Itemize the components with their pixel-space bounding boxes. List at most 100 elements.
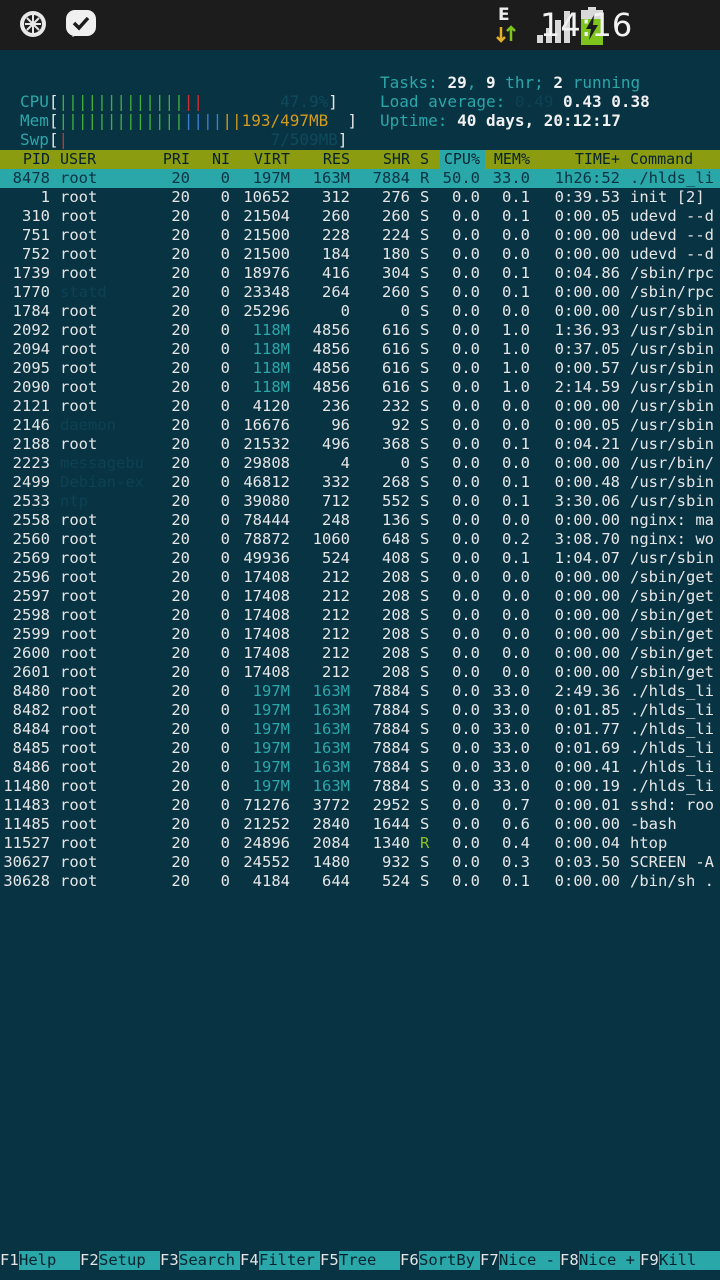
- process-cpu: 0.0: [452, 473, 480, 491]
- process-ni: 0: [220, 302, 230, 320]
- column-user[interactable]: USER: [60, 150, 160, 169]
- column-res[interactable]: RES: [290, 150, 350, 169]
- process-res: 312: [322, 188, 350, 206]
- fkey-f9[interactable]: F9: [640, 1251, 659, 1270]
- fkey-f3[interactable]: F3: [160, 1251, 179, 1270]
- process-row[interactable]: 2598 root 20 0 17408 212 208 S 0.0 0.0 0:00.00/sbi…: [0, 606, 720, 625]
- process-shr: 7884: [372, 777, 410, 795]
- fkey-f9-label[interactable]: Kill: [659, 1251, 720, 1270]
- process-row[interactable]: 1784 root 20 0 25296 0 0 S 0.0 0.0 0:00.00/usr/sbi…: [0, 302, 720, 321]
- process-row[interactable]: 8478 root 20 0 197M 163M 7884 R 50.0 33.0 1h26:52.…: [0, 169, 720, 188]
- process-row[interactable]: 310 root 20 0 21504 260 260 S 0.0 0.1 0:00.05 udevd…: [0, 207, 720, 226]
- process-row[interactable]: 2533 ntp 20 0 39080 712 552 S 0.0 0.1 3:30.06/usr/…: [0, 492, 720, 511]
- process-s: S: [420, 625, 430, 643]
- process-row[interactable]: 8482 root 20 0 197M 163M 7884 S 0.0 33.0 0:01.85 ./…: [0, 701, 720, 720]
- process-ni: 0: [220, 359, 230, 377]
- process-row[interactable]: 2223 messagebu 20 0 29808 4 0 S 0.0 0.0 0:00.00/us…: [0, 454, 720, 473]
- process-row[interactable]: 2597 root 20 0 17408 212 208 S 0.0 0.0 0:00.00/sbi…: [0, 587, 720, 606]
- process-row[interactable]: 1739 root 20 0 18976 416 304 S 0.0 0.1 0:04.86/sbi…: [0, 264, 720, 283]
- process-shr: 616: [382, 359, 410, 377]
- process-res: 4856: [312, 378, 350, 396]
- process-row[interactable]: 2600 root 20 0 17408 212 208 S 0.0 0.0 0:00.00/sbi…: [0, 644, 720, 663]
- fkey-f7[interactable]: F7: [480, 1251, 499, 1270]
- process-row[interactable]: 2090 root 20 0 118M 4856 616 S 0.0 1.0 2:14.59/usr…: [0, 378, 720, 397]
- process-virt: 197M: [252, 701, 290, 719]
- column-mem[interactable]: MEM%: [480, 150, 530, 169]
- process-table-header[interactable]: PID USER PRI NI VIRT RES SHR S CPU% MEM%…: [0, 150, 720, 169]
- column-pid[interactable]: PID: [0, 150, 50, 169]
- process-row[interactable]: 2092 root 20 0 118M 4856 616 S 0.0 1.0 1:36.93/usr…: [0, 321, 720, 340]
- process-row[interactable]: 2095 root 20 0 118M 4856 616 S 0.0 1.0 0:00.57/usr…: [0, 359, 720, 378]
- column-pri[interactable]: PRI: [150, 150, 190, 169]
- fkey-f3-label[interactable]: Search: [179, 1251, 240, 1270]
- process-row[interactable]: 30627 root 20 0 24552 1480 932 S 0.0 0.3 0:03.50 SC…: [0, 853, 720, 872]
- process-res: 96: [331, 416, 350, 434]
- process-row[interactable]: 2558 root 20 0 78444 248 136 S 0.0 0.0 0:00.00 ngin…: [0, 511, 720, 530]
- fkey-f8-label[interactable]: Nice +: [579, 1251, 640, 1270]
- process-row[interactable]: 8484 root 20 0 197M 163M 7884 S 0.0 33.0 0:01.77 ./…: [0, 720, 720, 739]
- process-row[interactable]: 11485 root 20 0 21252 2840 1644 S 0.0 0.6 0:00.00-…: [0, 815, 720, 834]
- column-time[interactable]: TIME+: [540, 150, 620, 169]
- fkey-f1-label[interactable]: Help: [19, 1251, 80, 1270]
- process-row[interactable]: 11480 root 20 0 197M 163M 7884 S 0.0 33.0 0:00.19.…: [0, 777, 720, 796]
- process-time: 0:04.86: [554, 264, 620, 282]
- process-cpu: 0.0: [452, 644, 480, 662]
- fkey-f5[interactable]: F5: [320, 1251, 339, 1270]
- process-pri: 20: [171, 758, 190, 776]
- fkey-f1[interactable]: F1: [0, 1251, 19, 1270]
- process-row[interactable]: 1 root 20 0 10652 312 276 S 0.0 0.1 0:39.53 init [2…: [0, 188, 720, 207]
- column-state[interactable]: S: [420, 150, 430, 169]
- process-row[interactable]: 8486 root 20 0 197M 163M 7884 S 0.0 33.0 0:00.41 ./…: [0, 758, 720, 777]
- process-row[interactable]: 2188 root 20 0 21532 496 368 S 0.0 0.1 0:04.21/usr…: [0, 435, 720, 454]
- process-pid: 2095: [12, 359, 50, 377]
- fkey-f7-label[interactable]: Nice -: [499, 1251, 560, 1270]
- process-row[interactable]: 2146 daemon 20 0 16676 96 92 S 0.0 0.0 0:00.05/usr…: [0, 416, 720, 435]
- process-row[interactable]: 11527 root 20 0 24896 2084 1340 R 0.0 0.4 0:00.04 h…: [0, 834, 720, 853]
- process-s: S: [420, 815, 430, 833]
- process-row[interactable]: 2599 root 20 0 17408 212 208 S 0.0 0.0 0:00.00/sbi…: [0, 625, 720, 644]
- process-shr: 208: [382, 644, 410, 662]
- process-row[interactable]: 2094 root 20 0 118M 4856 616 S 0.0 1.0 0:37.05/usr…: [0, 340, 720, 359]
- process-time: 0:01.85: [554, 701, 620, 719]
- process-row[interactable]: 2499 Debian-ex 20 0 46812 332 268 S 0.0 0.1 0:00.4…: [0, 473, 720, 492]
- clock: 14:16: [540, 6, 633, 44]
- column-shr[interactable]: SHR: [350, 150, 410, 169]
- column-ni[interactable]: NI: [190, 150, 230, 169]
- process-ni: 0: [220, 701, 230, 719]
- process-list[interactable]: 8478 root 20 0 197M 163M 7884 R 50.0 33.0 1h26:52.…: [0, 169, 720, 891]
- process-pri: 20: [171, 644, 190, 662]
- process-row[interactable]: 2569 root 20 0 49936 524 408 S 0.0 0.1 1:04.07/usr…: [0, 549, 720, 568]
- column-cpu[interactable]: CPU%: [430, 150, 480, 169]
- process-cpu: 0.0: [452, 796, 480, 814]
- column-virt[interactable]: VIRT: [230, 150, 290, 169]
- fkey-f4[interactable]: F4: [240, 1251, 259, 1270]
- process-s: S: [420, 378, 430, 396]
- process-pri: 20: [171, 207, 190, 225]
- process-user: root: [60, 207, 98, 225]
- process-row[interactable]: 752 root 20 0 21500 184 180 S 0.0 0.0 0:00.00 udevd…: [0, 245, 720, 264]
- fkey-f6[interactable]: F6: [400, 1251, 419, 1270]
- fkey-f8[interactable]: F8: [560, 1251, 579, 1270]
- column-command[interactable]: Command: [630, 150, 720, 169]
- fkey-f5-label[interactable]: Tree: [339, 1251, 400, 1270]
- process-row[interactable]: 751 root 20 0 21500 228 224 S 0.0 0.0 0:00.00 udevd…: [0, 226, 720, 245]
- process-cpu: 0.0: [452, 739, 480, 757]
- process-row[interactable]: 8480 root 20 0 197M 163M 7884 S 0.0 33.0 2:49.36 ./…: [0, 682, 720, 701]
- process-row[interactable]: 2601 root 20 0 17408 212 208 S 0.0 0.0 0:00.00/sbi…: [0, 663, 720, 682]
- process-row[interactable]: 2560 root 20 0 78872 1060 648 S 0.0 0.2 3:08.70 ngi…: [0, 530, 720, 549]
- process-row[interactable]: 11483 root 20 0 71276 3772 2952 S 0.0 0.7 0:00.01 s…: [0, 796, 720, 815]
- fkey-f2[interactable]: F2: [80, 1251, 99, 1270]
- fkey-f6-label[interactable]: SortBy: [419, 1251, 480, 1270]
- process-row[interactable]: 2121 root 20 0 4120 236 232 S 0.0 0.0 0:00.00/usr/…: [0, 397, 720, 416]
- process-time: 0:00.00: [554, 644, 620, 662]
- process-row[interactable]: 2596 root 20 0 17408 212 208 S 0.0 0.0 0:00.00/sbi…: [0, 568, 720, 587]
- process-mem: 0.1: [502, 283, 530, 301]
- process-cmd: /usr/sbin: [630, 378, 714, 396]
- process-s: S: [420, 283, 430, 301]
- process-row[interactable]: 30628 root 20 0 4184 644 524 S 0.0 0.1 0:00.00/bin…: [0, 872, 720, 891]
- process-virt: 49936: [243, 549, 290, 567]
- fkey-f4-label[interactable]: Filter: [259, 1251, 320, 1270]
- process-row[interactable]: 1770 statd 20 0 23348 264 260 S 0.0 0.1 0:00.00/sb…: [0, 283, 720, 302]
- fkey-f2-label[interactable]: Setup: [99, 1251, 160, 1270]
- process-row[interactable]: 8485 root 20 0 197M 163M 7884 S 0.0 33.0 0:01.69 ./…: [0, 739, 720, 758]
